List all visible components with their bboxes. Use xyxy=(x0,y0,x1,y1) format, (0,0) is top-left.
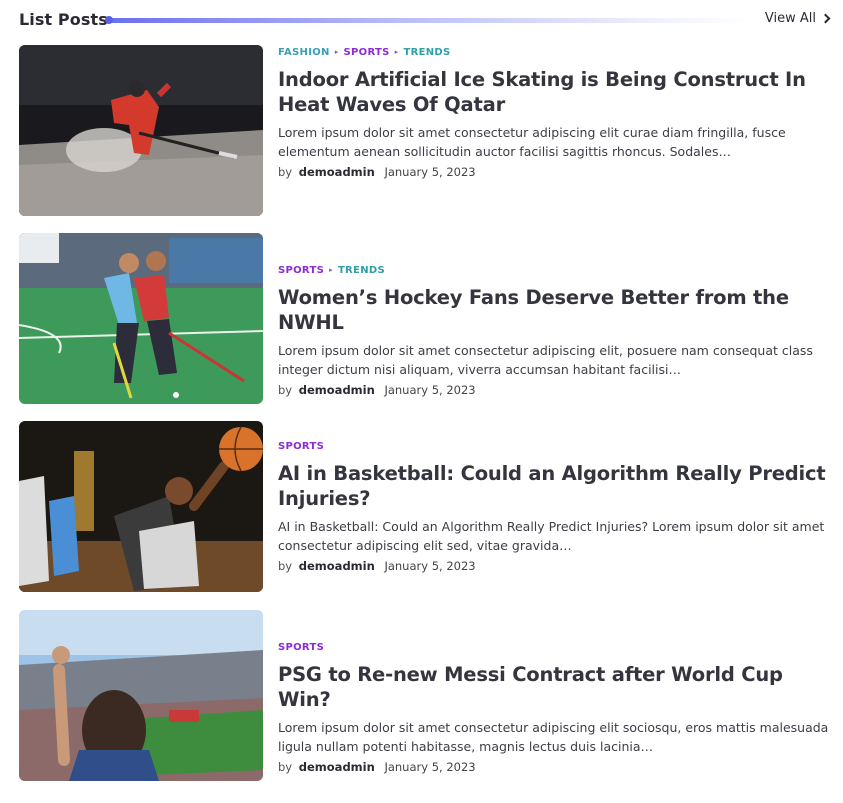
post-title[interactable]: PSG to Re-new Messi Contract after World… xyxy=(278,662,829,712)
post-thumbnail[interactable] xyxy=(19,45,263,216)
post-title[interactable]: Women’s Hockey Fans Deserve Better from … xyxy=(278,285,829,335)
view-all-link[interactable]: View All xyxy=(764,11,831,26)
post-card: SPORTS ▸ TRENDS Women’s Hockey Fans Dese… xyxy=(19,233,829,404)
post-categories: SPORTS ▸ TRENDS xyxy=(278,263,829,277)
category-trends[interactable]: TRENDS xyxy=(338,265,385,276)
post-thumbnail[interactable] xyxy=(19,233,263,404)
post-author[interactable]: demoadmin xyxy=(299,760,375,774)
list-posts-header: List Posts View All xyxy=(19,8,831,32)
post-categories: FASHION ▸ SPORTS ▸ TRENDS xyxy=(278,45,829,59)
post-meta: by demoadmin January 5, 2023 xyxy=(278,760,829,774)
title-accent-dot xyxy=(105,16,113,24)
category-separator-icon: ▸ xyxy=(394,48,399,56)
post-card: FASHION ▸ SPORTS ▸ TRENDS Indoor Artific… xyxy=(19,45,829,216)
post-title[interactable]: AI in Basketball: Could an Algorithm Rea… xyxy=(278,461,829,511)
chevron-right-icon xyxy=(820,13,831,24)
section-title: List Posts xyxy=(19,10,108,29)
by-label: by xyxy=(278,559,293,573)
category-sports[interactable]: SPORTS xyxy=(278,265,324,276)
post-excerpt: Lorem ipsum dolor sit amet consectetur a… xyxy=(278,720,829,754)
post-thumbnail[interactable] xyxy=(19,421,263,592)
category-fashion[interactable]: FASHION xyxy=(278,47,330,58)
post-thumbnail[interactable] xyxy=(19,610,263,781)
by-label: by xyxy=(278,165,293,179)
post-title[interactable]: Indoor Artificial Ice Skating is Being C… xyxy=(278,67,829,117)
post-author[interactable]: demoadmin xyxy=(299,559,375,573)
category-trends[interactable]: TRENDS xyxy=(403,47,450,58)
by-label: by xyxy=(278,383,293,397)
post-card: SPORTS AI in Basketball: Could an Algori… xyxy=(19,421,829,592)
basketball-image xyxy=(19,421,263,592)
post-meta: by demoadmin January 5, 2023 xyxy=(278,165,829,179)
post-date: January 5, 2023 xyxy=(384,760,476,774)
view-all-label: View All xyxy=(764,11,816,26)
stadium-image xyxy=(19,610,263,781)
post-card: SPORTS PSG to Re-new Messi Contract afte… xyxy=(19,610,829,781)
post-date: January 5, 2023 xyxy=(384,559,476,573)
post-author[interactable]: demoadmin xyxy=(299,165,375,179)
post-meta: by demoadmin January 5, 2023 xyxy=(278,559,829,573)
post-author[interactable]: demoadmin xyxy=(299,383,375,397)
post-categories: SPORTS xyxy=(278,640,829,654)
title-accent-line xyxy=(107,18,747,23)
field-hockey-image xyxy=(19,233,263,404)
category-sports[interactable]: SPORTS xyxy=(344,47,390,58)
post-excerpt: Lorem ipsum dolor sit amet consectetur a… xyxy=(278,343,813,377)
ice-hockey-image xyxy=(19,45,263,216)
by-label: by xyxy=(278,760,293,774)
post-excerpt: Lorem ipsum dolor sit amet consectetur a… xyxy=(278,125,786,159)
post-excerpt: AI in Basketball: Could an Algorithm Rea… xyxy=(278,519,825,553)
post-date: January 5, 2023 xyxy=(384,383,476,397)
category-sports[interactable]: SPORTS xyxy=(278,642,324,653)
category-separator-icon: ▸ xyxy=(334,48,339,56)
category-sports[interactable]: SPORTS xyxy=(278,441,324,452)
category-separator-icon: ▸ xyxy=(329,266,333,274)
post-date: January 5, 2023 xyxy=(384,165,476,179)
post-meta: by demoadmin January 5, 2023 xyxy=(278,383,829,397)
post-categories: SPORTS xyxy=(278,439,829,453)
